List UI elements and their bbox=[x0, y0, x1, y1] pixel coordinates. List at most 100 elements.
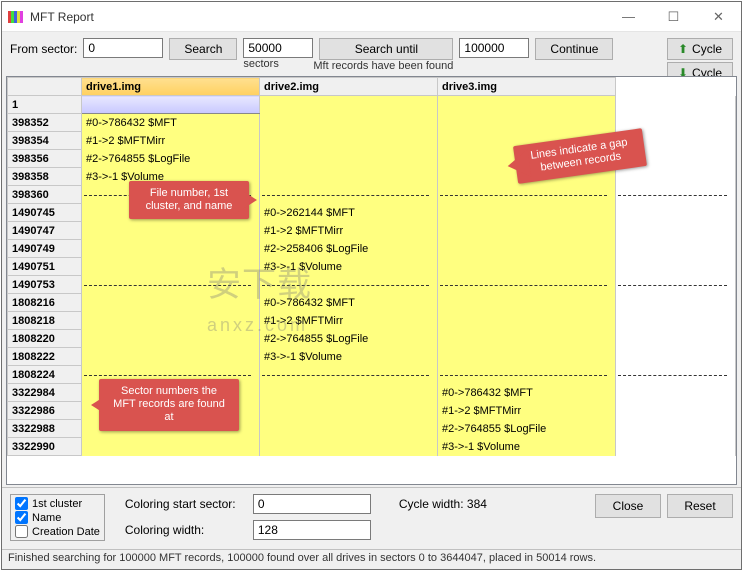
data-cell[interactable]: #0->786432 $MFT bbox=[438, 384, 616, 402]
data-cell[interactable]: #1->2 $MFTMirr bbox=[82, 132, 260, 150]
sector-cell[interactable]: 1808216 bbox=[8, 294, 82, 312]
sector-cell[interactable]: 3322984 bbox=[8, 384, 82, 402]
table-row[interactable]: 1 bbox=[8, 96, 736, 114]
col-drive2-header[interactable]: drive2.img bbox=[260, 78, 438, 96]
sector-cell[interactable]: 398356 bbox=[8, 150, 82, 168]
data-cell[interactable] bbox=[260, 96, 438, 114]
data-cell[interactable]: #2->764855 $LogFile bbox=[82, 150, 260, 168]
data-cell[interactable] bbox=[438, 186, 616, 204]
minimize-button[interactable]: — bbox=[606, 2, 651, 32]
sector-cell[interactable]: 1490747 bbox=[8, 222, 82, 240]
data-cell[interactable]: #1->2 $MFTMirr bbox=[260, 222, 438, 240]
data-cell[interactable]: #0->786432 $MFT bbox=[82, 114, 260, 132]
data-cell[interactable] bbox=[438, 276, 616, 294]
data-cell[interactable] bbox=[438, 222, 616, 240]
chk-1st-cluster[interactable]: 1st cluster bbox=[15, 497, 100, 510]
table-row[interactable]: 1808222 #3->-1 $Volume bbox=[8, 348, 736, 366]
data-cell[interactable] bbox=[260, 384, 438, 402]
data-cell[interactable]: #1->2 $MFTMirr bbox=[438, 402, 616, 420]
sector-cell[interactable]: 398360 bbox=[8, 186, 82, 204]
sector-cell[interactable]: 1490745 bbox=[8, 204, 82, 222]
sector-cell[interactable]: 1808224 bbox=[8, 366, 82, 384]
sector-cell[interactable]: 1490753 bbox=[8, 276, 82, 294]
data-cell[interactable] bbox=[260, 276, 438, 294]
data-cell[interactable] bbox=[260, 186, 438, 204]
table-row[interactable]: 3322990 #3->-1 $Volume bbox=[8, 438, 736, 456]
table-area[interactable]: drive1.img drive2.img drive3.img 1398352… bbox=[6, 76, 737, 485]
data-cell[interactable] bbox=[438, 96, 616, 114]
data-cell[interactable] bbox=[82, 330, 260, 348]
sector-cell[interactable]: 398352 bbox=[8, 114, 82, 132]
close-button-bottom[interactable]: Close bbox=[595, 494, 661, 518]
data-cell[interactable] bbox=[260, 402, 438, 420]
col-sector-header[interactable] bbox=[8, 78, 82, 96]
data-cell[interactable] bbox=[82, 276, 260, 294]
sector-cell[interactable]: 1808218 bbox=[8, 312, 82, 330]
data-cell[interactable] bbox=[438, 366, 616, 384]
sector-cell[interactable]: 1490749 bbox=[8, 240, 82, 258]
sector-cell[interactable]: 398358 bbox=[8, 168, 82, 186]
table-row[interactable]: 1490753 bbox=[8, 276, 736, 294]
data-cell[interactable] bbox=[82, 312, 260, 330]
sector-cell[interactable]: 1808222 bbox=[8, 348, 82, 366]
data-cell[interactable] bbox=[82, 294, 260, 312]
table-row[interactable]: 1808220 #2->764855 $LogFile bbox=[8, 330, 736, 348]
until-input[interactable] bbox=[459, 38, 529, 58]
data-cell[interactable] bbox=[438, 240, 616, 258]
data-cell[interactable] bbox=[260, 168, 438, 186]
table-row[interactable]: 398352#0->786432 $MFT bbox=[8, 114, 736, 132]
sectors-input[interactable] bbox=[243, 38, 313, 58]
data-cell[interactable]: #2->258406 $LogFile bbox=[260, 240, 438, 258]
from-sector-input[interactable] bbox=[83, 38, 163, 58]
continue-button[interactable]: Continue bbox=[535, 38, 613, 60]
data-cell[interactable]: #2->764855 $LogFile bbox=[438, 420, 616, 438]
data-cell[interactable]: #2->764855 $LogFile bbox=[260, 330, 438, 348]
sector-cell[interactable]: 1 bbox=[8, 96, 82, 114]
data-cell[interactable] bbox=[260, 132, 438, 150]
sector-cell[interactable]: 1490751 bbox=[8, 258, 82, 276]
coloring-width-input[interactable] bbox=[253, 520, 371, 540]
data-cell[interactable] bbox=[260, 366, 438, 384]
table-row[interactable]: 1490745 #0->262144 $MFT bbox=[8, 204, 736, 222]
data-cell[interactable] bbox=[260, 150, 438, 168]
data-cell[interactable] bbox=[82, 258, 260, 276]
sector-cell[interactable]: 1808220 bbox=[8, 330, 82, 348]
data-cell[interactable] bbox=[438, 114, 616, 132]
table-row[interactable]: 1490751 #3->-1 $Volume bbox=[8, 258, 736, 276]
sector-cell[interactable]: 3322988 bbox=[8, 420, 82, 438]
data-cell[interactable] bbox=[438, 348, 616, 366]
data-cell[interactable] bbox=[438, 330, 616, 348]
data-cell[interactable] bbox=[82, 96, 260, 114]
sector-cell[interactable]: 3322986 bbox=[8, 402, 82, 420]
data-cell[interactable]: #3->-1 $Volume bbox=[438, 438, 616, 456]
data-cell[interactable]: #0->262144 $MFT bbox=[260, 204, 438, 222]
data-cell[interactable] bbox=[82, 222, 260, 240]
table-row[interactable]: 1808216#0->786432 $MFT bbox=[8, 294, 736, 312]
table-row[interactable]: 398360 bbox=[8, 186, 736, 204]
data-cell[interactable] bbox=[438, 312, 616, 330]
table-row[interactable]: 1490749 #2->258406 $LogFile bbox=[8, 240, 736, 258]
coloring-start-input[interactable] bbox=[253, 494, 371, 514]
data-cell[interactable] bbox=[260, 420, 438, 438]
data-cell[interactable] bbox=[82, 438, 260, 456]
maximize-button[interactable]: ☐ bbox=[651, 2, 696, 32]
data-cell[interactable]: #3->-1 $Volume bbox=[260, 258, 438, 276]
data-cell[interactable]: #1->2 $MFTMirr bbox=[260, 312, 438, 330]
table-row[interactable]: 1490747 #1->2 $MFTMirr bbox=[8, 222, 736, 240]
data-cell[interactable] bbox=[82, 348, 260, 366]
data-cell[interactable] bbox=[260, 114, 438, 132]
chk-name[interactable]: Name bbox=[15, 511, 100, 524]
data-cell[interactable] bbox=[82, 240, 260, 258]
data-cell[interactable] bbox=[438, 294, 616, 312]
data-cell[interactable] bbox=[438, 258, 616, 276]
chk-creation-date[interactable]: Creation Date bbox=[15, 525, 100, 538]
data-cell[interactable] bbox=[260, 438, 438, 456]
search-button[interactable]: Search bbox=[169, 38, 237, 60]
data-cell[interactable]: #3->-1 $Volume bbox=[260, 348, 438, 366]
table-row[interactable]: 1808218 #1->2 $MFTMirr bbox=[8, 312, 736, 330]
sector-cell[interactable]: 3322990 bbox=[8, 438, 82, 456]
col-drive1-header[interactable]: drive1.img bbox=[82, 78, 260, 96]
cycle-up-button[interactable]: ⬆Cycle bbox=[667, 38, 733, 60]
table-row[interactable]: 398358#3->-1 $Volume bbox=[8, 168, 736, 186]
sector-cell[interactable]: 398354 bbox=[8, 132, 82, 150]
